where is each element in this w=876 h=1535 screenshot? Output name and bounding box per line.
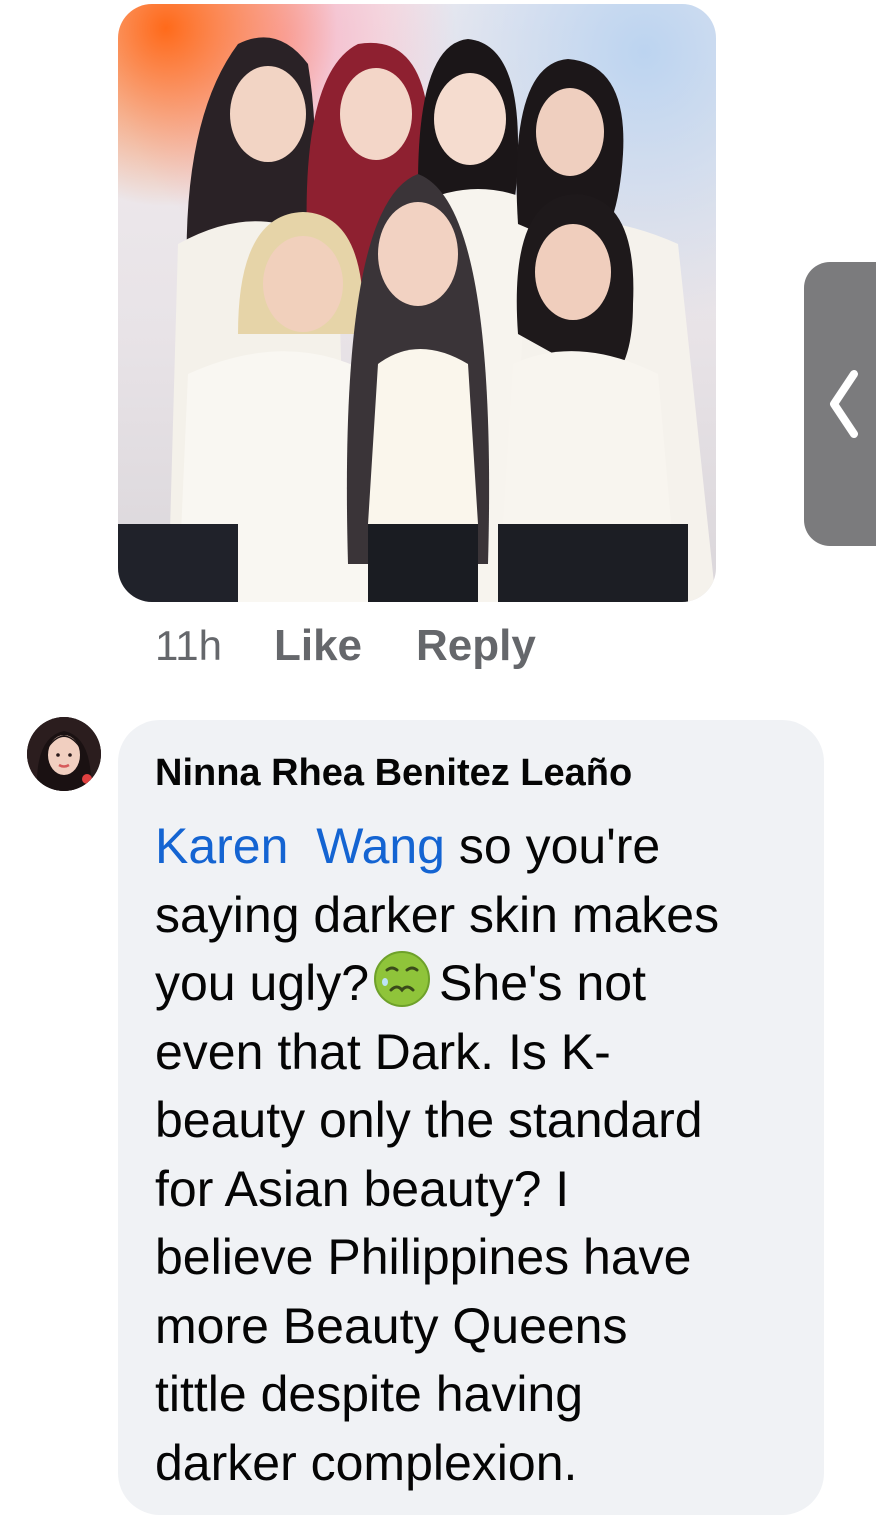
comment-line: Karen Wang so you're (155, 812, 815, 881)
post-photo[interactable] (118, 4, 716, 602)
comment-line: darker complexion. (155, 1434, 578, 1491)
nauseated-face-emoji-icon (374, 951, 431, 1007)
mention-link[interactable]: Wang (316, 818, 445, 874)
comment-text-segment: She's not (439, 955, 646, 1011)
avatar[interactable] (27, 717, 101, 791)
comment-author[interactable]: Ninna Rhea Benitez Leaño (155, 752, 632, 795)
comment-line: tittle despite having (155, 1366, 584, 1422)
comment-line: believe Philippines have (155, 1229, 692, 1285)
comment-line: for Asian beauty? I (155, 1160, 570, 1217)
chevron-left-icon (830, 370, 858, 438)
comment-line: beauty only the standard (155, 1092, 703, 1148)
comment-line: even that Dark. Is K- (155, 1023, 611, 1080)
comment-line: more Beauty Queens (155, 1297, 628, 1354)
reply-button[interactable]: Reply (416, 621, 536, 671)
mention-link[interactable]: Karen (155, 818, 288, 874)
comment-text-segment: you ugly? (155, 955, 370, 1011)
comment-line: you ugly? She's not (155, 949, 815, 1018)
comment-text: Karen Wang so you're saying darker skin … (155, 812, 815, 1497)
like-button[interactable]: Like (274, 621, 362, 671)
comment-actions-row: 11h Like Reply (155, 616, 536, 676)
comment-text-segment: so you're (445, 818, 661, 874)
comment-line: saying darker skin makes (155, 886, 720, 943)
timestamp: 11h (155, 622, 222, 669)
side-panel-handle[interactable] (804, 262, 876, 546)
profile-photo-icon (27, 717, 101, 791)
group-photo-image (118, 37, 716, 602)
